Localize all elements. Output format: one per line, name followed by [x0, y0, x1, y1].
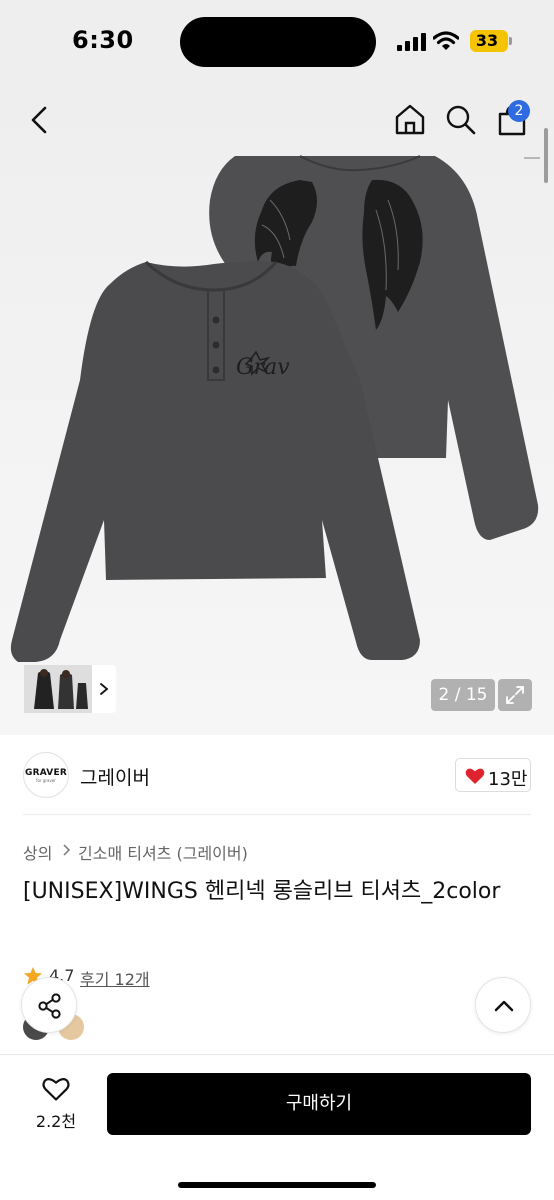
cart-count-badge: 2: [508, 100, 530, 122]
wishlist-button[interactable]: 2.2천: [22, 1074, 90, 1134]
back-icon[interactable]: [28, 105, 52, 135]
battery-cap: [509, 37, 512, 45]
home-icon[interactable]: [393, 102, 427, 136]
share-icon: [38, 993, 61, 1019]
breadcrumb-chevron-icon: [63, 844, 71, 856]
product-image-gallery[interactable]: Grav: [0, 84, 554, 735]
wifi-icon: [433, 31, 459, 50]
search-icon[interactable]: [445, 104, 477, 136]
page-scrollbar[interactable]: [544, 128, 548, 183]
brand-logo[interactable]: GRAVER for graver: [23, 752, 69, 798]
scroll-dash: [524, 157, 540, 159]
dynamic-island: [180, 17, 376, 67]
home-indicator: [178, 1182, 376, 1188]
heart-outline-icon: [42, 1078, 70, 1101]
battery-level: 33: [475, 31, 499, 50]
chevron-up-icon: [494, 1000, 514, 1012]
status-bar: 6:30 33: [0, 0, 554, 84]
battery-indicator: 33: [470, 30, 508, 52]
breadcrumb-sub-category[interactable]: 긴소매 티셔츠 (그레이버): [78, 840, 248, 864]
brand-logo-text: GRAVER: [25, 768, 67, 778]
share-button[interactable]: [21, 977, 77, 1033]
shirt-print-text: Grav: [236, 355, 290, 380]
brand-name[interactable]: 그레이버: [80, 763, 150, 790]
brand-logo-subtext: for graver: [36, 778, 56, 783]
heart-icon: [465, 768, 485, 784]
brand-like-button[interactable]: 13만: [455, 758, 531, 792]
scroll-to-top-button[interactable]: [475, 977, 531, 1033]
product-image: Grav: [10, 155, 539, 662]
brand-like-count: 13만: [488, 769, 528, 790]
wishlist-count: 2.2천: [35, 1112, 77, 1131]
chevron-right-icon[interactable]: [99, 682, 109, 696]
section-divider: [23, 814, 531, 815]
product-title: [UNISEX]WINGS 헨리넥 롱슬리브 티셔츠_2color: [23, 879, 501, 904]
expand-button[interactable]: [498, 679, 532, 711]
cellular-signal-icon: [397, 33, 426, 51]
expand-icon: [506, 686, 524, 704]
breadcrumb-top-category[interactable]: 상의: [23, 840, 52, 864]
thumbnail-image[interactable]: [24, 665, 92, 713]
buy-button[interactable]: 구매하기: [107, 1073, 531, 1135]
status-time: 6:30: [72, 26, 134, 54]
review-count-link[interactable]: 후기 12개: [80, 966, 150, 990]
image-counter: 2 / 15: [431, 679, 495, 711]
